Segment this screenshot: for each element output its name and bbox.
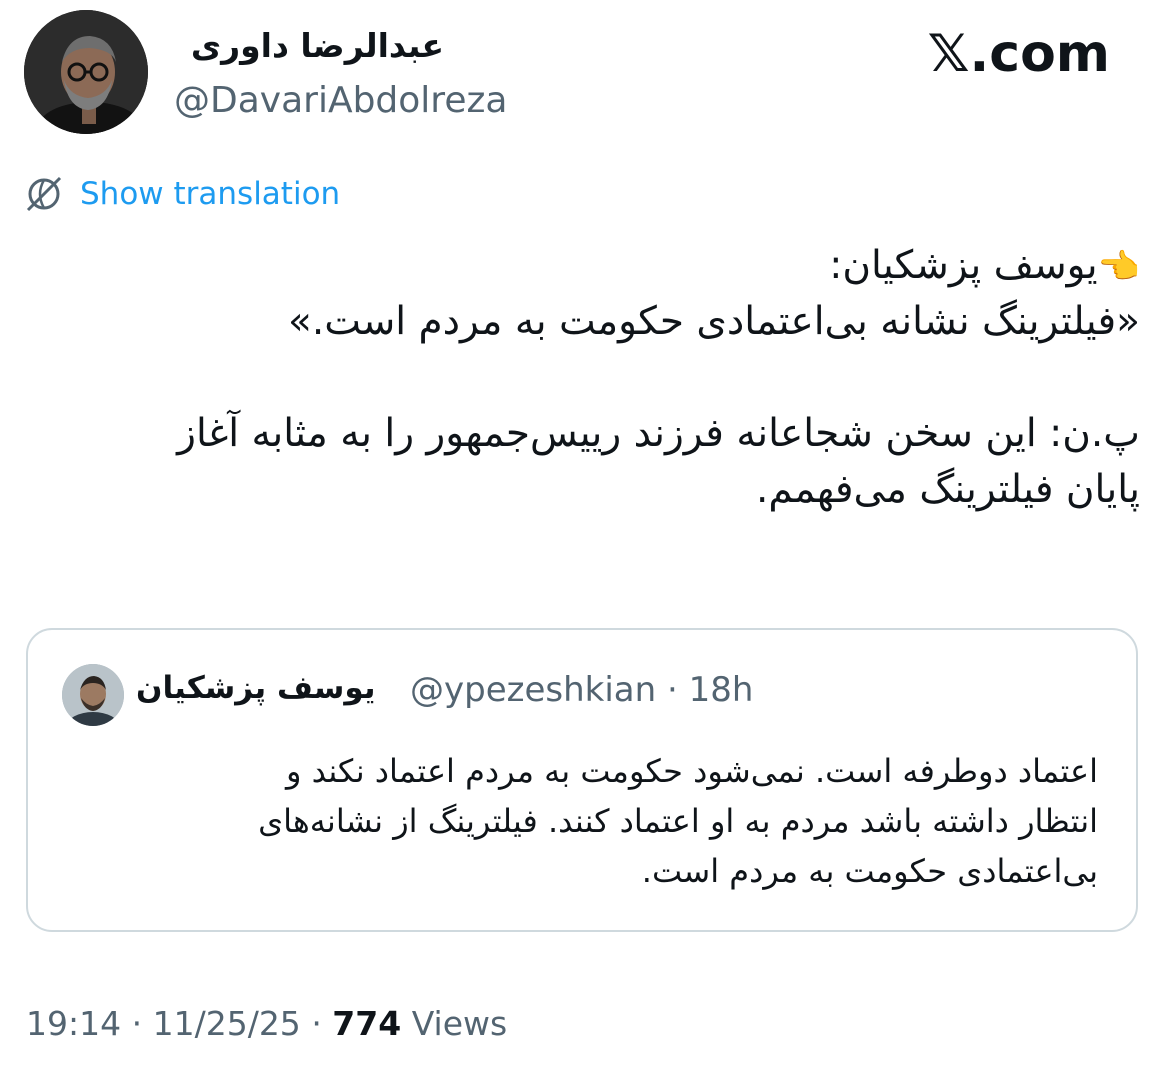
quoted-line-2: انتظار داشته باشد مردم به او اعتماد کنند… bbox=[258, 802, 1098, 840]
views-count: 774 bbox=[332, 1004, 402, 1043]
tweet-header: عبدالرضا داوری @DavariAbdolreza 𝕏.com bbox=[24, 10, 1144, 140]
quoted-person-photo-icon bbox=[62, 664, 124, 726]
tweet-paragraph-gap bbox=[40, 350, 1140, 406]
tweet-meta: 19:14 · 11/25/25 · 774 Views bbox=[26, 1004, 507, 1043]
tweet-time[interactable]: 19:14 bbox=[26, 1004, 121, 1043]
tweet-line-2: «فیلترینگ نشانه بی‌اعتمادی حکومت به مردم… bbox=[288, 299, 1140, 344]
quoted-author-handle[interactable]: @ypezeshkian bbox=[410, 670, 656, 710]
meta-separator: · bbox=[311, 1004, 333, 1043]
tweet-body: 👈یوسف پزشکیان: «فیلترینگ نشانه بی‌اعتماد… bbox=[40, 238, 1140, 518]
views-label: Views bbox=[411, 1004, 508, 1043]
quoted-tweet-card[interactable]: یوسف پزشکیان @ypezeshkian · 18h اعتماد د… bbox=[26, 628, 1138, 932]
show-translation-label: Show translation bbox=[80, 176, 341, 212]
tweet-line-1: 👈یوسف پزشکیان: bbox=[40, 238, 1140, 294]
author-display-name[interactable]: عبدالرضا داوری bbox=[174, 26, 444, 65]
author-handle[interactable]: @DavariAbdolreza bbox=[174, 80, 507, 121]
quoted-author-avatar[interactable] bbox=[62, 664, 124, 726]
show-translation-button[interactable]: Show translation bbox=[22, 170, 340, 218]
author-avatar[interactable] bbox=[24, 10, 148, 134]
quoted-author-meta: @ypezeshkian · 18h bbox=[410, 670, 753, 710]
x-com-watermark: 𝕏.com bbox=[927, 24, 1110, 84]
quoted-line-3: بی‌اعتمادی حکومت به مردم است. bbox=[641, 852, 1098, 890]
quoted-tweet-body: اعتماد دوطرفه است. نمی‌شود حکومت به مردم… bbox=[58, 746, 1098, 896]
tweet-line-4: پایان فیلترینگ می‌فهمم. bbox=[756, 467, 1140, 512]
quoted-author-name[interactable]: یوسف پزشکیان bbox=[136, 670, 375, 706]
quoted-tweet-time[interactable]: · 18h bbox=[667, 670, 753, 710]
person-photo-avatar-icon bbox=[24, 10, 148, 134]
tweet-line-1-text: یوسف پزشکیان: bbox=[829, 243, 1098, 288]
tweet-date[interactable]: 11/25/25 bbox=[153, 1004, 301, 1043]
meta-separator: · bbox=[131, 1004, 153, 1043]
pointing-hand-icon: 👈 bbox=[1097, 247, 1140, 287]
tweet-line-3: پ.ن: این سخن شجاعانه فرزند رییس‌جمهور را… bbox=[177, 411, 1140, 456]
translate-globe-icon bbox=[22, 172, 66, 216]
quoted-line-1: اعتماد دوطرفه است. نمی‌شود حکومت به مردم… bbox=[285, 752, 1098, 790]
